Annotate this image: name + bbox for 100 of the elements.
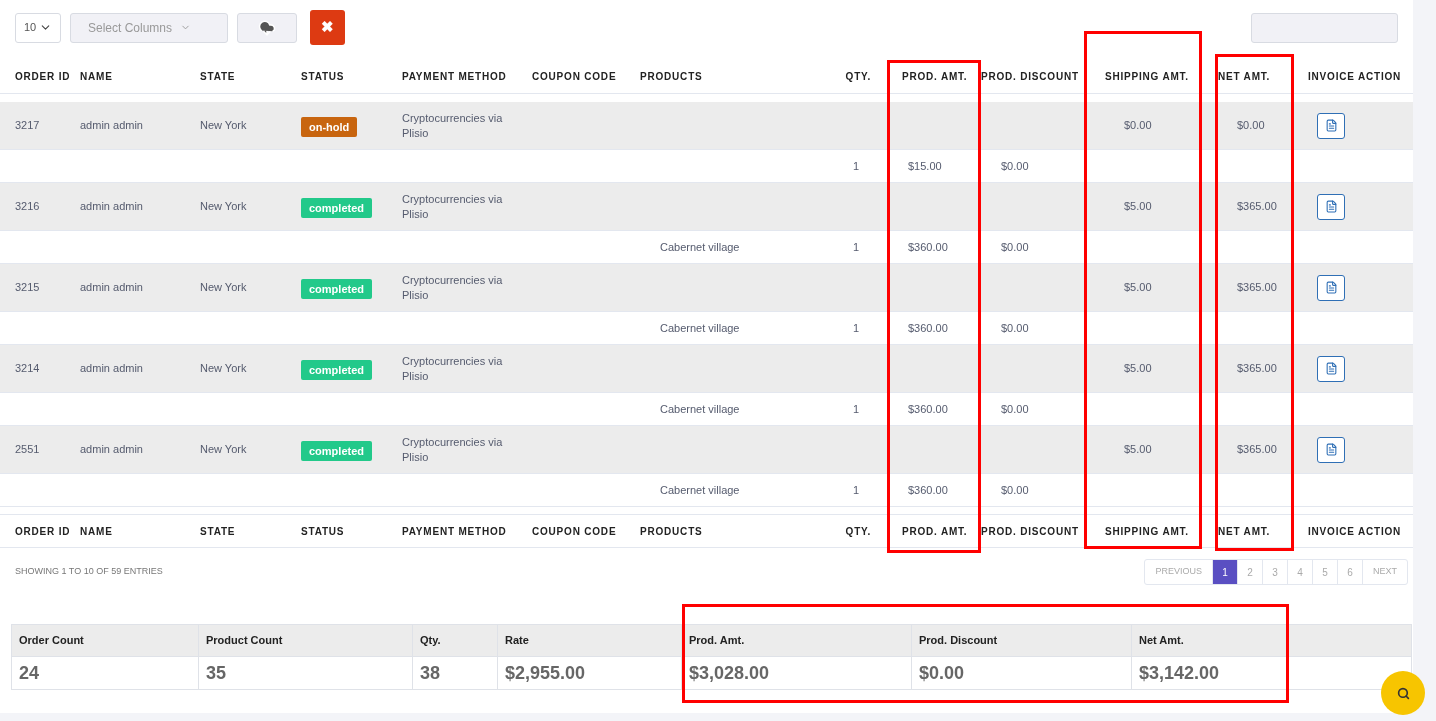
column-header: PAYMENT METHOD bbox=[402, 524, 508, 539]
column-header: SHIPPING AMT. bbox=[1104, 524, 1190, 539]
column-header: PROD. AMT. bbox=[901, 70, 969, 84]
product-amount: $360.00 bbox=[907, 320, 949, 336]
state-text: New York bbox=[200, 199, 248, 215]
net-amount: $365.00 bbox=[1236, 199, 1278, 215]
entries-info: SHOWING 1 TO 10 OF 59 ENTRIES bbox=[15, 565, 163, 579]
invoice-button[interactable] bbox=[1317, 274, 1345, 301]
product-discount: $0.00 bbox=[1000, 401, 1030, 417]
quantity: 1 bbox=[851, 401, 860, 417]
net-amount: $365.00 bbox=[1236, 361, 1278, 377]
summary-value: 35 bbox=[205, 661, 228, 685]
document-icon bbox=[1324, 443, 1338, 456]
quantity: 1 bbox=[851, 239, 860, 255]
column-header: SHIPPING AMT. bbox=[1104, 70, 1190, 84]
order-id: 3216 bbox=[14, 199, 41, 215]
column-header: PAYMENT METHOD bbox=[402, 70, 508, 84]
summary-value: 38 bbox=[419, 661, 442, 685]
customer-name: admin admin bbox=[80, 118, 144, 134]
payment-method: Cryptocurrencies via Plisio bbox=[402, 434, 504, 465]
column-header: STATE bbox=[200, 70, 237, 84]
shipping-amount: $5.00 bbox=[1123, 361, 1153, 377]
document-icon bbox=[1324, 119, 1338, 132]
page-button[interactable]: 5 bbox=[1313, 560, 1338, 584]
summary-label: Prod. Amt. bbox=[682, 625, 911, 657]
payment-method: Cryptocurrencies via Plisio bbox=[402, 110, 504, 141]
product-discount: $0.00 bbox=[1000, 158, 1030, 174]
column-header: NAME bbox=[80, 524, 114, 539]
page-button[interactable]: 1 bbox=[1213, 560, 1238, 584]
next-button[interactable]: NEXT bbox=[1363, 560, 1407, 584]
summary-label: Qty. bbox=[413, 625, 497, 657]
status-badge: completed bbox=[301, 440, 372, 461]
invoice-button[interactable] bbox=[1317, 355, 1345, 382]
search-button[interactable] bbox=[1381, 671, 1425, 715]
product-discount: $0.00 bbox=[1000, 320, 1030, 336]
net-amount: $365.00 bbox=[1236, 280, 1278, 296]
invoice-button[interactable] bbox=[1317, 193, 1345, 220]
summary-label: Product Count bbox=[199, 625, 412, 657]
invoice-button[interactable] bbox=[1317, 436, 1345, 463]
product-amount: $360.00 bbox=[907, 482, 949, 498]
customer-name: admin admin bbox=[80, 442, 144, 458]
document-icon bbox=[1324, 281, 1338, 294]
document-icon bbox=[1324, 200, 1338, 213]
net-amount: $0.00 bbox=[1236, 118, 1266, 134]
state-text: New York bbox=[200, 118, 248, 134]
search-icon bbox=[1396, 686, 1410, 700]
column-header: NET AMT. bbox=[1217, 524, 1272, 539]
summary-label: Prod. Discount bbox=[912, 625, 1131, 657]
order-id: 3215 bbox=[14, 280, 41, 296]
column-header: ORDER ID bbox=[14, 70, 72, 84]
product-name: Cabernet village bbox=[659, 401, 741, 417]
shipping-amount: $0.00 bbox=[1123, 118, 1153, 134]
column-header: STATUS bbox=[301, 524, 346, 539]
payment-method: Cryptocurrencies via Plisio bbox=[402, 191, 504, 222]
column-header: PROD. AMT. bbox=[901, 524, 969, 539]
product-name: Cabernet village bbox=[659, 482, 741, 498]
quantity: 1 bbox=[851, 158, 860, 174]
download-button[interactable] bbox=[237, 12, 297, 43]
page-button[interactable]: 3 bbox=[1263, 560, 1288, 584]
summary-value: $2,955.00 bbox=[504, 661, 587, 685]
page-button[interactable]: 2 bbox=[1238, 560, 1263, 584]
product-name: Cabernet village bbox=[659, 320, 741, 336]
summary-label: Rate bbox=[498, 625, 681, 657]
product-name: Cabernet village bbox=[659, 239, 741, 255]
order-id: 3214 bbox=[14, 361, 41, 377]
state-text: New York bbox=[200, 442, 248, 458]
column-header: PROD. DISCOUNT bbox=[980, 70, 1080, 84]
net-amount: $365.00 bbox=[1236, 442, 1278, 458]
customer-name: admin admin bbox=[80, 280, 144, 296]
page-button[interactable]: 4 bbox=[1288, 560, 1313, 584]
column-header: PRODUCTS bbox=[640, 70, 704, 84]
search-field[interactable] bbox=[1251, 12, 1398, 43]
payment-method: Cryptocurrencies via Plisio bbox=[402, 353, 504, 384]
payment-method: Cryptocurrencies via Plisio bbox=[402, 272, 504, 303]
quantity: 1 bbox=[851, 482, 860, 498]
status-badge: on-hold bbox=[301, 116, 358, 137]
shipping-amount: $5.00 bbox=[1123, 199, 1153, 215]
status-badge: completed bbox=[301, 197, 372, 218]
summary-label: Order Count bbox=[12, 625, 198, 657]
page-button[interactable]: 6 bbox=[1338, 560, 1363, 584]
shipping-amount: $5.00 bbox=[1123, 280, 1153, 296]
column-header: QTY. bbox=[844, 524, 872, 539]
summary-value: $3,142.00 bbox=[1138, 661, 1221, 685]
column-header: COUPON CODE bbox=[532, 70, 618, 84]
column-header: NAME bbox=[80, 70, 114, 84]
customer-name: admin admin bbox=[80, 199, 144, 215]
clear-button[interactable]: ✖ bbox=[310, 10, 345, 45]
state-text: New York bbox=[200, 280, 248, 296]
order-id: 3217 bbox=[14, 118, 41, 134]
product-discount: $0.00 bbox=[1000, 482, 1030, 498]
column-header: STATUS bbox=[301, 70, 346, 84]
shipping-amount: $5.00 bbox=[1123, 442, 1153, 458]
column-header: COUPON CODE bbox=[532, 524, 618, 539]
quantity: 1 bbox=[851, 320, 860, 336]
columns-select[interactable]: Select Columns bbox=[70, 12, 228, 43]
invoice-button[interactable] bbox=[1317, 112, 1345, 139]
page-length-select[interactable]: 10 bbox=[15, 12, 61, 43]
previous-button[interactable]: PREVIOUS bbox=[1145, 560, 1213, 584]
summary-value: 24 bbox=[18, 661, 41, 685]
order-id: 2551 bbox=[14, 442, 41, 458]
